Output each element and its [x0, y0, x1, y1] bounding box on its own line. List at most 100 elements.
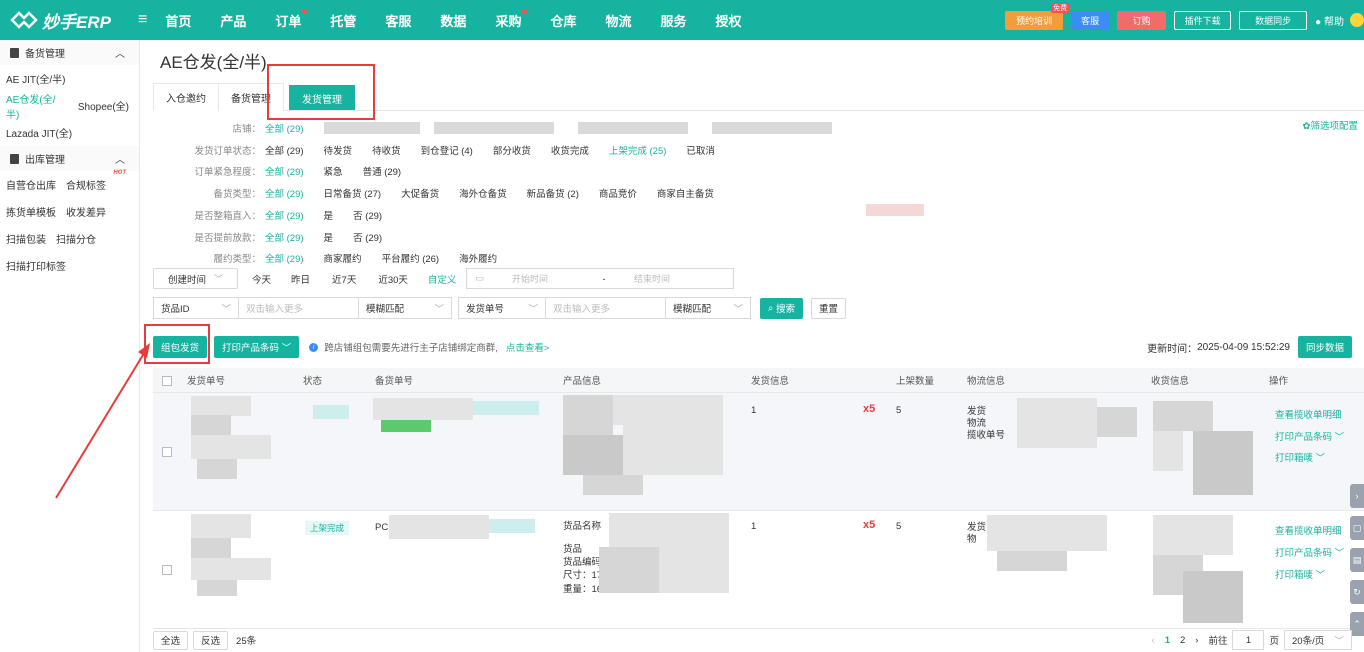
filter-option[interactable]: 全部 (29)	[265, 121, 304, 135]
filter-option[interactable]: 海外仓备货	[459, 186, 507, 200]
page-jump-input[interactable]: 1	[1232, 630, 1265, 650]
row-checkbox[interactable]	[162, 447, 172, 457]
data-sync-button[interactable]: 数据同步	[1239, 10, 1308, 30]
filter-option[interactable]: 否 (29)	[353, 230, 382, 244]
filter-config-link[interactable]: ✿筛选项配置	[1303, 118, 1358, 132]
filter-option[interactable]: 待收货	[372, 143, 401, 157]
search-button[interactable]: ⌕ 搜索	[760, 297, 803, 319]
sidebar-item-pick-template[interactable]: 拣货单模板	[6, 204, 56, 219]
date-30days[interactable]: 近30天	[378, 272, 408, 286]
print-label-link[interactable]: 打印箱唛 ﹀	[1275, 450, 1325, 464]
app-logo[interactable]: 妙手ERP	[0, 8, 138, 33]
sync-data-button[interactable]: 同步数据	[1297, 336, 1352, 358]
filter-option[interactable]: 全部 (29)	[265, 186, 304, 200]
date-yesterday[interactable]: 昨日	[291, 272, 310, 286]
tab-inbound-invite[interactable]: 入仓邀约	[153, 83, 219, 111]
table-row[interactable]: 1 x5 5 发货 物流 揽收单号 查看揽收单明细 打印产品条码 ﹀ 打印箱唛 …	[153, 393, 1364, 511]
filter-option[interactable]: 普通 (29)	[363, 164, 402, 178]
reset-button[interactable]: 重置	[810, 297, 846, 319]
filter-option[interactable]: 全部 (29)	[265, 208, 304, 222]
print-barcode-button[interactable]: 打印产品条码 ﹀	[214, 336, 300, 358]
help-link[interactable]: ● 帮助	[1315, 13, 1344, 28]
sidebar-item-scan-pack[interactable]: 扫描包装	[6, 231, 46, 246]
match-select-2[interactable]: 模糊匹配 ﹀	[665, 297, 751, 319]
row-checkbox[interactable]	[162, 565, 172, 575]
subscribe-button[interactable]: 订购	[1117, 10, 1167, 30]
nav-authorize[interactable]: 授权	[716, 11, 742, 30]
menu-icon[interactable]: ≡	[138, 11, 147, 29]
select-all-button[interactable]: 全选	[153, 630, 189, 650]
sidebar-item-scan-sort[interactable]: 扫描分仓	[56, 231, 96, 246]
avatar[interactable]	[1350, 13, 1364, 27]
collapse-icon[interactable]: ›	[1350, 484, 1364, 508]
date-range-picker[interactable]: ▭ 开始时间 - 结束时间	[466, 268, 735, 289]
date-type-select[interactable]: 创建时间 ﹀	[153, 268, 238, 289]
tip-link[interactable]: 点击查看>	[506, 340, 550, 354]
nav-service[interactable]: 客服	[385, 11, 411, 30]
filter-option[interactable]: 日常备货 (27)	[324, 186, 382, 200]
nav-home[interactable]: 首页	[165, 11, 191, 30]
nav-logistics[interactable]: 物流	[605, 11, 631, 30]
date-custom[interactable]: 自定义	[428, 272, 457, 286]
sidebar-group-outbound[interactable]: 出库管理 ︿	[0, 146, 139, 171]
nav-services[interactable]: 服务	[660, 11, 686, 30]
search-field-select-2[interactable]: 发货单号 ﹀	[458, 297, 546, 319]
nav-hosting[interactable]: 托管	[330, 11, 356, 30]
date-today[interactable]: 今天	[252, 272, 271, 286]
filter-option[interactable]: 大促备货	[401, 186, 439, 200]
filter-option[interactable]: 已取消	[686, 143, 715, 157]
sidebar-item-ae-warehouse[interactable]: AE仓发(全/半)	[6, 91, 68, 121]
nav-orders[interactable]: 订单	[275, 8, 308, 30]
search-field-select[interactable]: 货品ID ﹀	[153, 297, 239, 319]
page-1[interactable]: 1	[1165, 635, 1170, 646]
filter-option[interactable]: 商家自主备货	[657, 186, 714, 200]
chat-icon[interactable]: ▤	[1350, 548, 1364, 572]
sidebar-item-diff[interactable]: 收发差异	[66, 204, 106, 219]
filter-option[interactable]: 上架完成 (25)	[609, 143, 667, 157]
select-all-checkbox[interactable]	[162, 376, 172, 386]
nav-products[interactable]: 产品	[220, 11, 246, 30]
filter-option[interactable]: 是	[324, 230, 334, 244]
table-row[interactable]: 上架完成 PC 货品名称 货品 货品编码 尺寸：17 重量：16 1 x5 5 …	[153, 511, 1364, 629]
filter-option[interactable]: 到仓登记 (4)	[421, 143, 473, 157]
match-select-1[interactable]: 模糊匹配 ﹀	[358, 297, 452, 319]
sidebar-item-lazada[interactable]: Lazada JIT(全)	[6, 125, 72, 140]
sidebar-item-shopee[interactable]: Shopee(全)	[78, 98, 129, 113]
page-2[interactable]: 2	[1180, 635, 1185, 646]
date-7days[interactable]: 近7天	[332, 272, 356, 286]
filter-option[interactable]: 新品备货 (2)	[527, 186, 579, 200]
filter-option[interactable]: 商品竞价	[599, 186, 637, 200]
search-input-1[interactable]: 双击输入更多	[238, 297, 359, 319]
nav-data[interactable]: 数据	[440, 11, 466, 30]
plugin-download-button[interactable]: 插件下载	[1174, 10, 1232, 30]
filter-option[interactable]: 全部 (29)	[265, 230, 304, 244]
refresh-icon[interactable]: ↻	[1350, 580, 1364, 604]
print-label-link[interactable]: 打印箱唛 ﹀	[1275, 567, 1325, 581]
sidebar-group-stock[interactable]: 备货管理 ︿	[0, 40, 139, 65]
customer-service-button[interactable]: 客服	[1071, 10, 1110, 30]
view-pickup-detail-link[interactable]: 查看揽收单明细	[1275, 407, 1342, 421]
nav-warehouse[interactable]: 仓库	[550, 11, 576, 30]
filter-option[interactable]: 部分收货	[493, 143, 531, 157]
next-page-icon[interactable]: ›	[1195, 635, 1198, 646]
filter-option[interactable]: 待发货	[324, 143, 353, 157]
filter-option[interactable]: 是	[324, 208, 334, 222]
invert-select-button[interactable]: 反选	[193, 630, 229, 650]
filter-option[interactable]: 全部 (29)	[265, 251, 304, 265]
training-button[interactable]: 预约培训 免费	[1005, 2, 1070, 30]
window-icon[interactable]: ▢	[1350, 516, 1364, 540]
print-barcode-link[interactable]: 打印产品条码 ﹀	[1275, 429, 1344, 443]
print-barcode-link[interactable]: 打印产品条码 ﹀	[1275, 545, 1344, 559]
filter-option[interactable]: 全部 (29)	[265, 164, 304, 178]
filter-option[interactable]: 否 (29)	[353, 208, 382, 222]
page-size-select[interactable]: 20条/页 ﹀	[1284, 630, 1352, 650]
sidebar-item-compliance-label[interactable]: 合规标签 HOT	[66, 170, 126, 192]
filter-option[interactable]: 全部 (29)	[265, 143, 304, 157]
filter-option[interactable]: 收货完成	[551, 143, 589, 157]
search-input-2[interactable]: 双击输入更多	[545, 297, 666, 319]
view-pickup-detail-link[interactable]: 查看揽收单明细	[1275, 523, 1342, 537]
sidebar-item-self-outbound[interactable]: 自营仓出库	[6, 177, 56, 192]
sidebar-item-scan-print[interactable]: 扫描打印标签	[6, 258, 66, 273]
filter-option[interactable]: 平台履约 (26)	[382, 251, 440, 265]
nav-purchase[interactable]: 采购	[495, 8, 528, 30]
